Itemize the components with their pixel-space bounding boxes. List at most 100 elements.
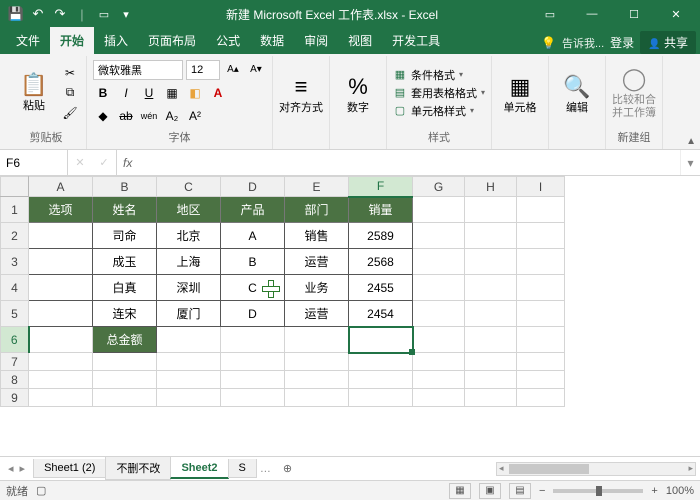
cell-D5[interactable]: D [221,301,285,327]
editing-button[interactable]: 🔍 编辑 [555,63,599,127]
cell-H4[interactable] [465,275,517,301]
cut-icon[interactable]: ✂ [60,64,80,82]
fx-icon[interactable]: fx [123,156,132,170]
font-size-combo[interactable]: 12 [186,60,220,80]
save-icon[interactable]: 💾 [8,6,24,22]
zoom-out-button[interactable]: − [539,485,545,497]
cell-C1[interactable]: 地区 [157,197,221,223]
border-button[interactable]: ▦ [162,83,182,103]
cell-G5[interactable] [413,301,465,327]
cell-F3[interactable]: 2568 [349,249,413,275]
strikethrough-button[interactable]: ab [116,106,136,126]
close-button[interactable]: ✕ [656,0,696,28]
scroll-right-icon[interactable]: ▸ [688,463,693,474]
phonetic-button[interactable]: wén [139,106,159,126]
cell-B6[interactable]: 总金额 [93,327,157,353]
cell-C4[interactable]: 深圳 [157,275,221,301]
bold-button[interactable]: B [93,83,113,103]
number-format-button[interactable]: % 数字 [336,63,380,127]
formula-input[interactable]: fx [117,156,680,170]
cell-C6[interactable] [157,327,221,353]
cell-A2[interactable] [29,223,93,249]
row-header-6[interactable]: 6 [1,327,29,353]
cell-D2[interactable]: A [221,223,285,249]
cell-E4[interactable]: 业务 [285,275,349,301]
col-header-D[interactable]: D [221,177,285,197]
cell-H3[interactable] [465,249,517,275]
cell-I4[interactable] [517,275,565,301]
sheet-tab-2[interactable]: 不删不改 [105,457,171,480]
copy-icon[interactable]: ⧉ [60,84,80,102]
cell-C2[interactable]: 北京 [157,223,221,249]
tab-review[interactable]: 审阅 [294,27,338,54]
cell-I6[interactable] [517,327,565,353]
tab-data[interactable]: 数据 [250,27,294,54]
cell-E3[interactable]: 运营 [285,249,349,275]
cell-H6[interactable] [465,327,517,353]
page-layout-view-button[interactable]: ▣ [479,483,501,499]
row-header-5[interactable]: 5 [1,301,29,327]
cell-A6[interactable] [29,327,93,353]
sheet-nav-next[interactable]: ▸ [18,462,28,475]
col-header-F[interactable]: F [349,177,413,197]
compare-merge-button[interactable]: ◯ 比较和合并工作簿 [612,61,656,125]
tab-home[interactable]: 开始 [50,27,94,54]
cell-B4[interactable]: 白真 [93,275,157,301]
cell-E1[interactable]: 部门 [285,197,349,223]
format-painter-icon[interactable]: 🖌 [60,104,80,122]
sheet-overflow-button[interactable]: … [256,463,275,475]
cell-F4[interactable]: 2455 [349,275,413,301]
col-header-G[interactable]: G [413,177,465,197]
cell-F5[interactable]: 2454 [349,301,413,327]
cell-C3[interactable]: 上海 [157,249,221,275]
tab-formulas[interactable]: 公式 [206,27,250,54]
cell-F1[interactable]: 销量 [349,197,413,223]
cell-D4[interactable]: C [221,275,285,301]
fill-effect-button[interactable]: ◆ [93,106,113,126]
tab-view[interactable]: 视图 [338,27,382,54]
sheet-nav-prev[interactable]: ◂ [6,462,16,475]
tab-developer[interactable]: 开发工具 [382,27,450,54]
ribbon-options-icon[interactable]: ▭ [530,0,570,28]
col-header-I[interactable]: I [517,177,565,197]
tab-insert[interactable]: 插入 [94,27,138,54]
italic-button[interactable]: I [116,83,136,103]
tab-file[interactable]: 文件 [6,27,50,54]
normal-view-button[interactable]: ▦ [449,483,471,499]
cell-D1[interactable]: 产品 [221,197,285,223]
font-color-button[interactable]: A [208,83,228,103]
tell-me-input[interactable]: 告诉我... [562,35,604,51]
name-box[interactable]: F6 [0,150,68,175]
sheet-tab-1[interactable]: Sheet1 (2) [33,459,106,478]
row-header-4[interactable]: 4 [1,275,29,301]
cell-A1[interactable]: 选项 [29,197,93,223]
sheet-tab-4[interactable]: S [228,459,257,478]
select-all-corner[interactable] [1,177,29,197]
maximize-button[interactable]: ☐ [614,0,654,28]
col-header-H[interactable]: H [465,177,517,197]
font-name-combo[interactable]: 微软雅黑 [93,60,183,80]
share-button[interactable]: 👤 共享 [640,31,696,54]
cell-F6-active[interactable] [349,327,413,353]
cell-I1[interactable] [517,197,565,223]
horizontal-scrollbar[interactable]: ◂ ▸ [496,462,696,476]
cell-B5[interactable]: 连宋 [93,301,157,327]
cell-G6[interactable] [413,327,465,353]
cell-F2[interactable]: 2589 [349,223,413,249]
spreadsheet-grid[interactable]: A B C D E F G H I 1 选项 姓名 地区 产品 部门 销量 2 … [0,176,700,456]
zoom-level[interactable]: 100% [666,485,694,497]
cell-styles-button[interactable]: ▢单元格样式 ▾ [393,103,485,119]
grow-font-button[interactable]: A▴ [223,60,243,80]
cell-E2[interactable]: 销售 [285,223,349,249]
col-header-B[interactable]: B [93,177,157,197]
add-sheet-button[interactable]: ⊕ [275,462,300,475]
cell-C5[interactable]: 厦门 [157,301,221,327]
cell-A3[interactable] [29,249,93,275]
expand-formula-bar-button[interactable]: ▾ [680,150,700,175]
cell-H5[interactable] [465,301,517,327]
scrollbar-thumb[interactable] [509,464,589,474]
cell-I3[interactable] [517,249,565,275]
shrink-font-button[interactable]: A▾ [246,60,266,80]
cell-B1[interactable]: 姓名 [93,197,157,223]
row-header-3[interactable]: 3 [1,249,29,275]
